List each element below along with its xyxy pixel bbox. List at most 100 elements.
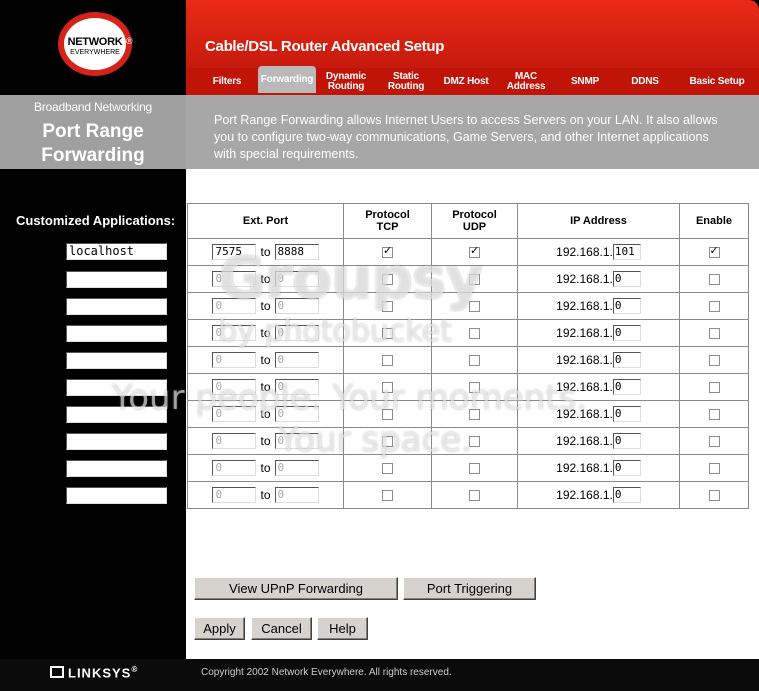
ip-cell: 192.168.1. 0 (517, 265, 680, 293)
ext-port-end-input[interactable]: 0 (274, 433, 319, 449)
title-bar: Cable/DSL Router Advanced Setup (186, 0, 759, 68)
ext-port-end-input[interactable]: 0 (274, 379, 319, 395)
ip-last-octet-input[interactable]: 0 (612, 460, 641, 476)
udp-checkbox[interactable] (469, 489, 480, 501)
ext-port-start-input[interactable]: 0 (212, 406, 257, 422)
table-row: 0 to 0 192.168.1. 0 (187, 319, 749, 347)
enable-checkbox[interactable] (708, 489, 720, 501)
logo-area: NETWORK EVERYWHERE ® (0, 0, 186, 94)
enable-checkbox[interactable] (708, 273, 720, 285)
ext-port-end-input[interactable]: 0 (274, 352, 319, 368)
cancel-button[interactable]: Cancel (251, 617, 312, 640)
ext-port-start-input[interactable]: 0 (212, 325, 257, 341)
ext-port-start-input[interactable]: 0 (212, 271, 257, 287)
ext-port-start-input[interactable]: 0 (212, 433, 257, 449)
enable-checkbox[interactable] (708, 244, 720, 258)
ext-port-end-input[interactable]: 0 (274, 460, 319, 476)
udp-checkbox[interactable] (469, 273, 480, 285)
enable-checkbox[interactable] (708, 300, 720, 312)
tcp-checkbox[interactable] (382, 354, 393, 366)
network-everywhere-logo: NETWORK EVERYWHERE (58, 12, 132, 76)
udp-checkbox[interactable] (469, 354, 480, 366)
tab-mac-address[interactable]: MAC Address (502, 68, 550, 95)
app-name-input-5[interactable] (66, 352, 167, 369)
tcp-checkbox[interactable] (382, 462, 393, 474)
tab-forwarding[interactable]: Forwarding (258, 66, 316, 93)
udp-checkbox[interactable] (469, 462, 480, 474)
to-label: to (260, 299, 271, 313)
app-name-input-10[interactable] (66, 487, 167, 504)
ip-last-octet-input[interactable]: 0 (612, 379, 641, 395)
tab-label: Static Routing (387, 70, 425, 92)
enable-checkbox[interactable] (708, 354, 720, 366)
app-name-input-7[interactable] (66, 406, 167, 423)
ext-port-end-input[interactable]: 0 (274, 487, 319, 503)
app-name-input-1[interactable]: localhost (66, 243, 167, 260)
view-upnp-forwarding-button[interactable]: View UPnP Forwarding (194, 577, 398, 600)
enable-checkbox[interactable] (708, 435, 720, 447)
tcp-checkbox[interactable] (382, 327, 393, 339)
enable-checkbox[interactable] (708, 408, 720, 420)
app-name-input-2[interactable] (66, 271, 167, 288)
udp-checkbox[interactable] (469, 244, 480, 258)
enable-checkbox[interactable] (708, 381, 720, 393)
tab-filters[interactable]: Filters (202, 68, 252, 95)
tcp-checkbox[interactable] (382, 408, 393, 420)
app-name-input-8[interactable] (66, 433, 167, 450)
ip-last-octet-input[interactable]: 0 (612, 298, 641, 314)
app-name-input-4[interactable] (66, 325, 167, 342)
udp-checkbox[interactable] (469, 435, 480, 447)
tab-dynamic-routing[interactable]: Dynamic Routing (322, 68, 370, 95)
tcp-checkbox[interactable] (382, 435, 393, 447)
tab-snmp[interactable]: SNMP (560, 68, 610, 95)
ip-last-octet-input[interactable]: 101 (612, 244, 641, 260)
ext-port-start-input[interactable]: 0 (212, 352, 257, 368)
udp-checkbox[interactable] (469, 327, 480, 339)
ip-last-octet-input[interactable]: 0 (612, 487, 641, 503)
ip-last-octet-input[interactable]: 0 (612, 433, 641, 449)
ext-port-start-input[interactable]: 0 (212, 298, 257, 314)
ip-prefix: 192.168.1. (556, 299, 613, 313)
tab-dmz-host[interactable]: DMZ Host (436, 68, 496, 95)
enable-checkbox[interactable] (708, 327, 720, 339)
app-name-input-6[interactable] (66, 379, 167, 396)
linksys-registered-mark: ® (131, 665, 139, 674)
ext-port-end-input[interactable]: 0 (274, 271, 319, 287)
ip-last-octet-input[interactable]: 0 (612, 325, 641, 341)
enable-checkbox[interactable] (708, 462, 720, 474)
tcp-checkbox[interactable] (382, 489, 393, 501)
to-label: to (260, 326, 271, 340)
help-button[interactable]: Help (317, 617, 368, 640)
port-triggering-button[interactable]: Port Triggering (403, 577, 536, 600)
tab-basic-setup[interactable]: Basic Setup (682, 68, 752, 95)
ip-last-octet-input[interactable]: 0 (612, 271, 641, 287)
enable-cell (679, 346, 749, 374)
tcp-checkbox[interactable] (382, 244, 393, 258)
apply-button[interactable]: Apply (194, 617, 245, 640)
ext-port-start-input[interactable]: 0 (212, 379, 257, 395)
tcp-checkbox[interactable] (382, 273, 393, 285)
udp-checkbox[interactable] (469, 408, 480, 420)
udp-cell (431, 454, 518, 482)
tcp-checkbox[interactable] (382, 300, 393, 312)
ext-port-end-input[interactable]: 0 (274, 406, 319, 422)
udp-checkbox[interactable] (469, 300, 480, 312)
ext-port-start-input[interactable]: 7575 (212, 244, 257, 260)
ext-port-end-input[interactable]: 8888 (274, 244, 319, 260)
to-label: to (260, 245, 271, 259)
app-name-input-3[interactable] (66, 298, 167, 315)
ext-port-start-input[interactable]: 0 (212, 487, 257, 503)
tcp-checkbox[interactable] (382, 381, 393, 393)
ip-last-octet-input[interactable]: 0 (612, 352, 641, 368)
tab-label: MAC Address (506, 70, 546, 92)
app-name-input-9[interactable] (66, 460, 167, 477)
ext-port-start-input[interactable]: 0 (212, 460, 257, 476)
ext-port-end-input[interactable]: 0 (274, 325, 319, 341)
tab-ddns[interactable]: DDNS (620, 68, 670, 95)
ip-last-octet-input[interactable]: 0 (612, 406, 641, 422)
ext-port-end-input[interactable]: 0 (274, 298, 319, 314)
tcp-cell (343, 238, 432, 266)
udp-cell (431, 400, 518, 428)
udp-checkbox[interactable] (469, 381, 480, 393)
tab-static-routing[interactable]: Static Routing (382, 68, 430, 95)
